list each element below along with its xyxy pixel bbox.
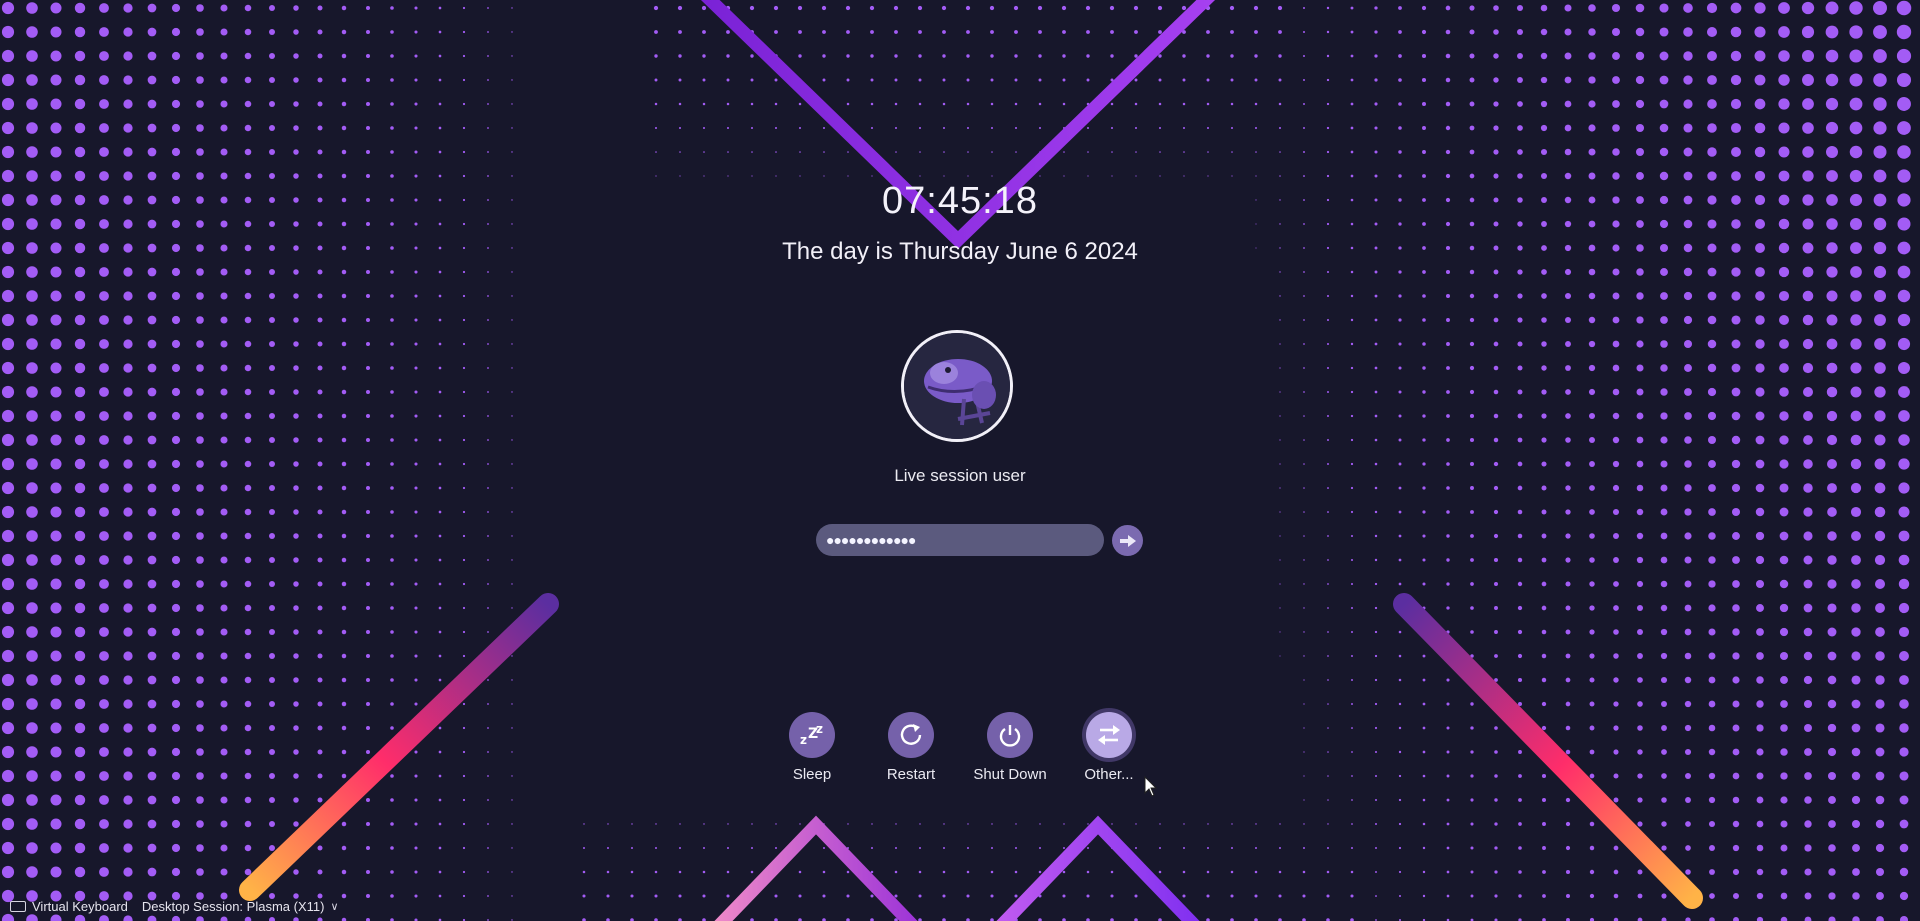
keyboard-icon bbox=[10, 900, 26, 912]
switch-user-icon bbox=[1086, 712, 1132, 758]
restart-icon bbox=[888, 712, 934, 758]
session-label: Desktop Session: Plasma (X11) bbox=[141, 898, 325, 914]
bottom-chevron-left-shape bbox=[714, 815, 918, 921]
dragon-mascot-icon bbox=[904, 333, 1010, 439]
virtual-keyboard-button[interactable]: Virtual Keyboard bbox=[10, 899, 128, 914]
password-field[interactable]: ●●●●●●●●●●●● bbox=[816, 524, 1104, 556]
sleep-icon: z Z z bbox=[789, 712, 835, 758]
session-selector[interactable]: Desktop Session: Plasma (X11) ∨ bbox=[142, 899, 339, 914]
shutdown-button[interactable]: Shut Down bbox=[955, 712, 1065, 783]
bottom-chevron-right-shape bbox=[996, 815, 1200, 921]
restart-button[interactable]: Restart bbox=[856, 712, 966, 783]
svg-text:z: z bbox=[800, 733, 807, 747]
user-avatar[interactable] bbox=[901, 330, 1013, 442]
other-button[interactable]: Other... bbox=[1054, 712, 1164, 783]
left-stripe-shape bbox=[239, 593, 559, 901]
virtual-keyboard-label: Virtual Keyboard bbox=[32, 898, 128, 914]
power-icon bbox=[987, 712, 1033, 758]
arrow-right-icon bbox=[1119, 534, 1136, 547]
mouse-cursor-icon bbox=[1144, 776, 1158, 797]
lock-screen: 07:45:18 The day is Thursday June 6 2024… bbox=[0, 0, 1920, 921]
password-mask: ●●●●●●●●●●●● bbox=[826, 532, 916, 548]
shutdown-label: Shut Down bbox=[973, 766, 1047, 783]
restart-label: Restart bbox=[886, 766, 936, 783]
login-submit-button[interactable] bbox=[1112, 525, 1143, 556]
username-label: Live session user bbox=[894, 466, 1026, 485]
date-label: The day is Thursday June 6 2024 bbox=[782, 238, 1138, 265]
svg-text:z: z bbox=[816, 722, 823, 736]
clock: 07:45:18 bbox=[882, 180, 1038, 222]
chevron-down-icon: ∨ bbox=[330, 900, 339, 913]
bottom-toolbar: Virtual Keyboard Desktop Session: Plasma… bbox=[10, 896, 353, 916]
sleep-label: Sleep bbox=[792, 766, 832, 783]
sleep-button[interactable]: z Z z Sleep bbox=[757, 712, 867, 783]
